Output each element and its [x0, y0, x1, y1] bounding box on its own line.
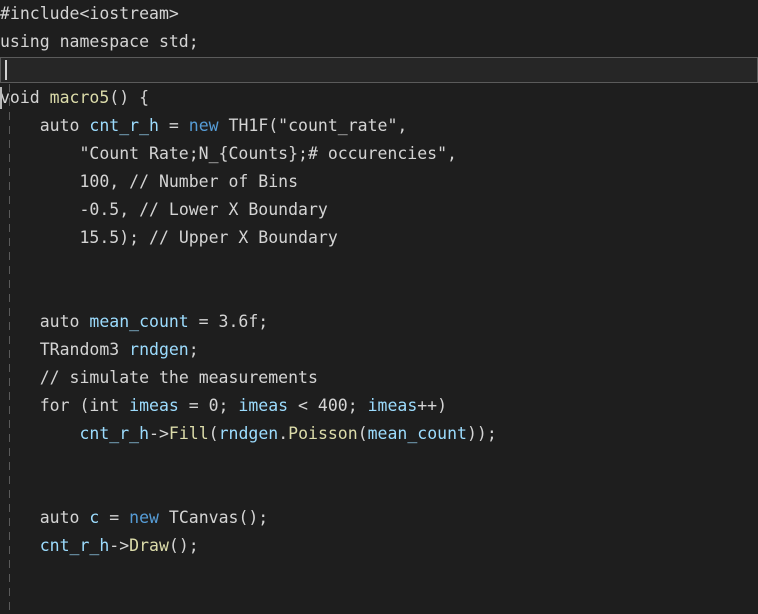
code-token-func: Fill	[168, 424, 209, 443]
code-token-plain: ));	[466, 424, 497, 443]
code-token-var: c	[89, 508, 100, 527]
code-token-plain: -0.5,	[0, 200, 140, 219]
code-line[interactable]	[0, 280, 758, 308]
code-token-plain: (	[208, 424, 219, 443]
code-token-kw: new	[188, 116, 219, 135]
code-line[interactable]	[0, 588, 758, 614]
code-token-plain: < 400;	[288, 396, 368, 415]
code-token-plain: ->	[109, 536, 130, 555]
code-token-plain: ->	[149, 424, 169, 443]
code-lines-container[interactable]: #include<iostream> using namespace std; vo…	[0, 0, 758, 614]
code-token-func: Poisson	[288, 424, 358, 443]
code-line[interactable]: "Count Rate;N_{Counts};# occurencies",	[0, 140, 758, 168]
code-token-comment: // Number of Bins	[129, 172, 299, 191]
code-line[interactable]: void macro5() {	[0, 84, 758, 112]
code-token-kw: new	[129, 508, 159, 527]
code-line[interactable]	[0, 476, 758, 504]
code-token-plain: auto	[0, 508, 90, 527]
code-line[interactable]: for (int imeas = 0; imeas < 400; imeas++…	[0, 392, 758, 420]
code-token-var: imeas	[238, 396, 289, 415]
code-token-plain: void	[0, 88, 50, 107]
caret-marker	[0, 87, 2, 109]
code-token-plain: TH1F("count_rate",	[218, 116, 408, 135]
code-token-plain: using namespace std;	[0, 32, 199, 51]
code-token-plain: #include<iostream>	[0, 4, 179, 23]
code-token-var: rndgen	[129, 340, 189, 359]
code-token-func: Draw	[129, 536, 169, 555]
code-line[interactable]: // simulate the measurements	[0, 364, 758, 392]
text-caret	[5, 59, 7, 80]
code-token-plain: .	[278, 424, 289, 443]
code-line[interactable]: using namespace std;	[0, 28, 758, 56]
code-token-var: imeas	[367, 396, 418, 415]
code-line[interactable]	[0, 560, 758, 588]
code-token-plain: =	[99, 508, 130, 527]
code-token-plain: 15.5);	[0, 228, 150, 247]
code-line[interactable]: cnt_r_h->Draw();	[0, 532, 758, 560]
code-line[interactable]: cnt_r_h->Fill(rndgen.Poisson(mean_count)…	[0, 420, 758, 448]
code-token-plain: = 3.6f;	[188, 312, 269, 331]
code-token-plain: auto	[0, 312, 90, 331]
code-token-plain: = 0;	[178, 396, 239, 415]
code-token-plain: auto	[0, 116, 90, 135]
code-token-var: rndgen	[218, 424, 279, 443]
code-line[interactable]: TRandom3 rndgen;	[0, 336, 758, 364]
code-line[interactable]: auto cnt_r_h = new TH1F("count_rate",	[0, 112, 758, 140]
code-token-plain: 100,	[0, 172, 130, 191]
code-token-plain: for (int	[0, 396, 130, 415]
code-token-plain: TCanvas();	[158, 508, 269, 527]
code-line[interactable]: #include<iostream>	[0, 0, 758, 28]
code-line-selected[interactable]	[0, 57, 758, 83]
code-token-func: macro5	[49, 88, 110, 107]
code-token-plain: TRandom3	[0, 340, 130, 359]
code-token-var: mean_count	[89, 312, 189, 331]
code-token-plain: ();	[168, 536, 199, 555]
code-token-str: "Count Rate;N_{Counts};# occurencies",	[0, 144, 457, 163]
code-token-plain: () {	[109, 88, 150, 107]
code-token-plain: ;	[188, 340, 199, 359]
code-line[interactable]	[0, 448, 758, 476]
code-line[interactable]: 100, // Number of Bins	[0, 168, 758, 196]
code-token-plain: =	[158, 116, 189, 135]
code-token-plain: ++)	[417, 396, 448, 415]
code-token-var: cnt_r_h	[79, 424, 150, 443]
code-token-var: mean_count	[367, 424, 467, 443]
code-token-var: cnt_r_h	[39, 536, 110, 555]
code-line[interactable]: auto c = new TCanvas();	[0, 504, 758, 532]
code-line[interactable]	[0, 252, 758, 280]
code-token-comment: // Upper X Boundary	[149, 228, 338, 247]
code-token-plain: (	[357, 424, 368, 443]
code-line[interactable]: -0.5, // Lower X Boundary	[0, 196, 758, 224]
code-line[interactable]: auto mean_count = 3.6f;	[0, 308, 758, 336]
code-token-comment: // Lower X Boundary	[139, 200, 328, 219]
code-token-var: cnt_r_h	[89, 116, 159, 135]
code-editor[interactable]: #include<iostream> using namespace std; vo…	[0, 0, 758, 614]
code-token-var: imeas	[129, 396, 179, 415]
code-line[interactable]: 15.5); // Upper X Boundary	[0, 224, 758, 252]
code-token-comment: // simulate the measurements	[39, 368, 318, 387]
